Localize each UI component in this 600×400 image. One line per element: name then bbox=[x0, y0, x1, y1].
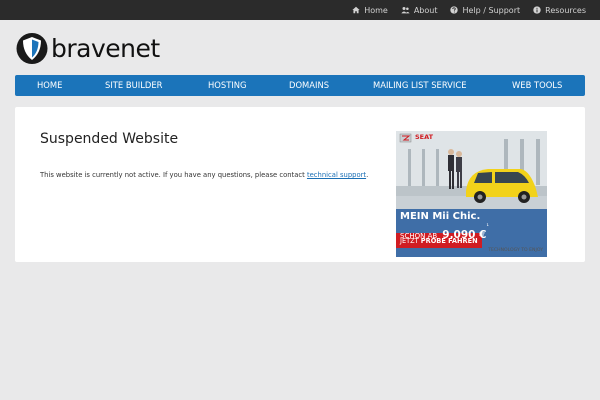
main-nav-web-tools[interactable]: WEB TOOLS bbox=[512, 75, 562, 96]
seat-logo-icon bbox=[399, 133, 412, 143]
top-nav-about[interactable]: About bbox=[401, 5, 438, 15]
top-nav: Home About Help / Support Resources bbox=[352, 0, 586, 20]
top-nav-resources-label: Resources bbox=[545, 5, 586, 15]
main-nav: HOME SITE BUILDER HOSTING DOMAINS MAILIN… bbox=[15, 75, 585, 96]
page-title: Suspended Website bbox=[40, 131, 179, 147]
ad-headline: MEIN Mii Chic. bbox=[400, 211, 481, 222]
top-nav-home[interactable]: Home bbox=[352, 6, 388, 15]
brand-logo[interactable]: bravenet bbox=[16, 31, 160, 65]
ad-price-footnote: ¹ bbox=[486, 223, 489, 230]
top-bar: Home About Help / Support Resources bbox=[0, 0, 600, 20]
home-icon bbox=[352, 6, 360, 14]
bravenet-shield-icon bbox=[16, 32, 48, 64]
top-nav-home-label: Home bbox=[364, 5, 388, 15]
ad-cta-label: PROBE FAHREN bbox=[420, 237, 478, 245]
suspended-message: This website is currently not active. If… bbox=[40, 171, 368, 179]
top-nav-resources[interactable]: Resources bbox=[533, 6, 586, 15]
message-suffix: . bbox=[366, 171, 369, 179]
main-nav-site-builder[interactable]: SITE BUILDER bbox=[105, 75, 162, 96]
ad-cta-prefix: JETZT bbox=[400, 237, 419, 245]
main-nav-home[interactable]: HOME bbox=[37, 75, 62, 96]
top-nav-help-support[interactable]: Help / Support bbox=[450, 6, 520, 15]
advertisement-banner[interactable]: SEAT MEIN Mii Chic. SCHON AB 9.090 €¹ JE… bbox=[396, 131, 547, 257]
ad-tagline: TECHNOLOGY TO ENJOY bbox=[488, 248, 543, 253]
ad-brand: SEAT bbox=[415, 133, 434, 141]
top-nav-about-label: About bbox=[413, 5, 438, 15]
brand-name: bravenet bbox=[51, 33, 160, 63]
main-nav-domains[interactable]: DOMAINS bbox=[289, 75, 329, 96]
content-panel: Suspended Website This website is curren… bbox=[15, 107, 585, 262]
technical-support-link[interactable]: technical support bbox=[307, 171, 366, 179]
top-nav-help-support-label: Help / Support bbox=[462, 5, 521, 15]
ad-cta[interactable]: JETZT PROBE FAHREN bbox=[400, 237, 478, 245]
question-circle-icon bbox=[450, 6, 459, 14]
main-nav-mailing-list-service[interactable]: MAILING LIST SERVICE bbox=[373, 75, 467, 96]
main-nav-hosting[interactable]: HOSTING bbox=[208, 75, 247, 96]
users-icon bbox=[401, 7, 410, 14]
message-text: This website is currently not active. If… bbox=[40, 171, 307, 179]
info-circle-icon bbox=[533, 6, 541, 14]
